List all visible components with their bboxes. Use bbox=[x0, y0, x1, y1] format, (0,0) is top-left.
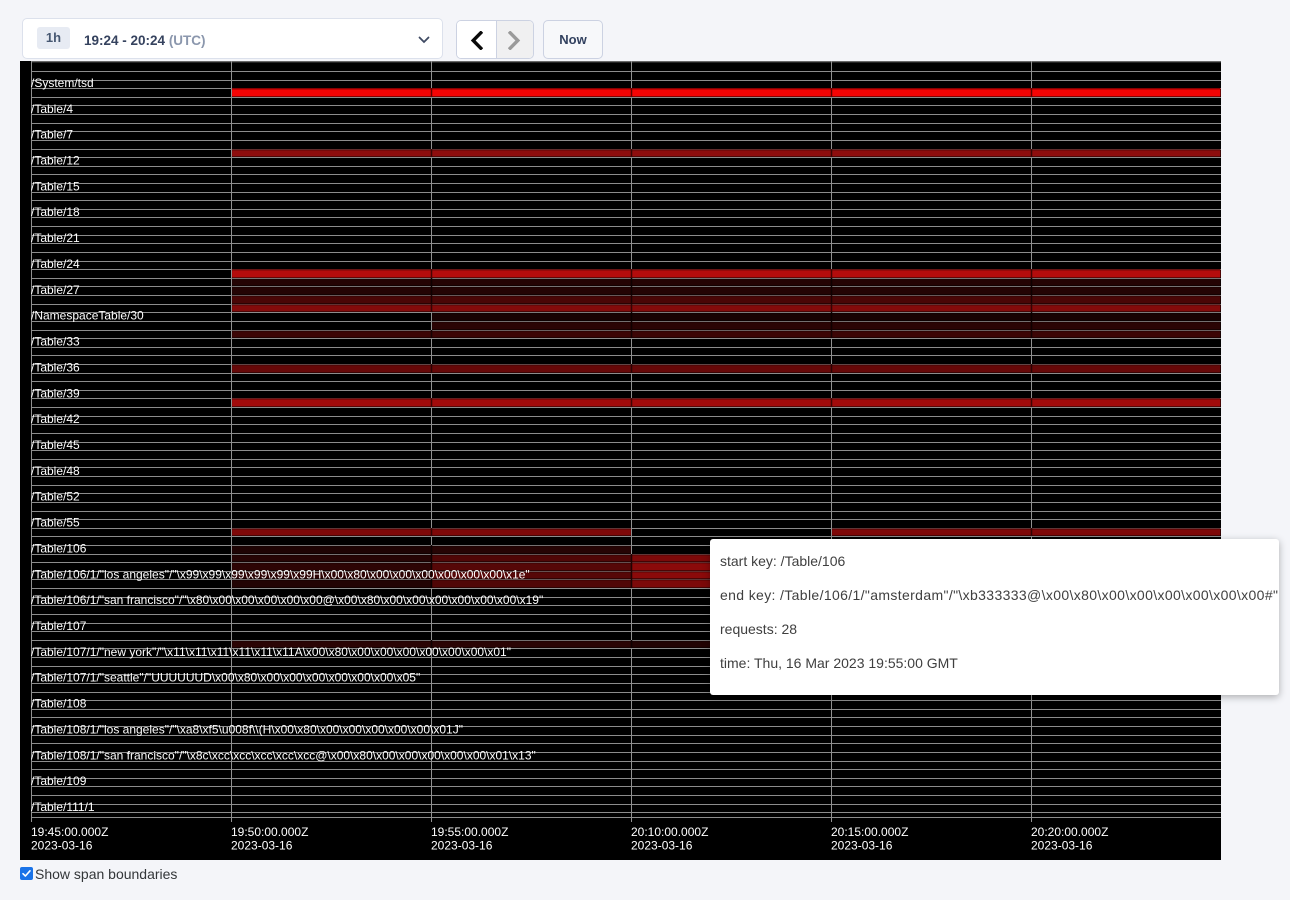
svg-text:/Table/33: /Table/33 bbox=[31, 335, 80, 349]
svg-text:/Table/108: /Table/108 bbox=[31, 697, 87, 711]
svg-text:20:10:00.000Z: 20:10:00.000Z bbox=[631, 825, 708, 839]
svg-text:20:15:00.000Z: 20:15:00.000Z bbox=[831, 825, 908, 839]
svg-text:/Table/4: /Table/4 bbox=[31, 102, 73, 116]
svg-text:19:55:00.000Z: 19:55:00.000Z bbox=[431, 825, 508, 839]
svg-text:/Table/107/1/"new york"/"\x11\: /Table/107/1/"new york"/"\x11\x11\x11\x1… bbox=[31, 645, 511, 659]
svg-text:2023-03-16: 2023-03-16 bbox=[831, 839, 893, 853]
svg-text:/Table/107/1/"seattle"/"UUUUUU: /Table/107/1/"seattle"/"UUUUUUD\x00\x80\… bbox=[31, 671, 420, 685]
svg-text:/Table/21: /Table/21 bbox=[31, 231, 80, 245]
svg-text:20:20:00.000Z: 20:20:00.000Z bbox=[1031, 825, 1108, 839]
svg-text:/Table/106/1/"los angeles"/"\x: /Table/106/1/"los angeles"/"\x99\x99\x99… bbox=[31, 567, 530, 581]
svg-text:/Table/18: /Table/18 bbox=[31, 205, 80, 219]
svg-text:2023-03-16: 2023-03-16 bbox=[31, 839, 93, 853]
svg-text:/Table/48: /Table/48 bbox=[31, 464, 80, 478]
svg-text:/Table/108/1/"los angeles"/"\x: /Table/108/1/"los angeles"/"\xa8\xf5\u00… bbox=[31, 722, 463, 736]
svg-text:2023-03-16: 2023-03-16 bbox=[1031, 839, 1093, 853]
svg-text:/NamespaceTable/30: /NamespaceTable/30 bbox=[31, 309, 144, 323]
svg-text:/Table/15: /Table/15 bbox=[31, 179, 80, 193]
svg-text:/Table/42: /Table/42 bbox=[31, 412, 80, 426]
svg-text:/Table/108/1/"san francisco"/": /Table/108/1/"san francisco"/"\x8c\xcc\x… bbox=[31, 748, 536, 762]
svg-text:/Table/24: /Table/24 bbox=[31, 257, 80, 271]
svg-text:/Table/111/1: /Table/111/1 bbox=[31, 800, 95, 814]
svg-text:/Table/52: /Table/52 bbox=[31, 490, 80, 504]
svg-text:2023-03-16: 2023-03-16 bbox=[431, 839, 493, 853]
svg-text:/Table/45: /Table/45 bbox=[31, 438, 80, 452]
svg-text:2023-03-16: 2023-03-16 bbox=[231, 839, 293, 853]
svg-text:19:45:00.000Z: 19:45:00.000Z bbox=[31, 825, 108, 839]
svg-text:/Table/55: /Table/55 bbox=[31, 516, 80, 530]
svg-text:/Table/107: /Table/107 bbox=[31, 619, 87, 633]
svg-text:/Table/12: /Table/12 bbox=[31, 154, 80, 168]
svg-text:/System/tsd: /System/tsd bbox=[31, 76, 94, 90]
svg-text:19:50:00.000Z: 19:50:00.000Z bbox=[231, 825, 308, 839]
svg-text:/Table/106: /Table/106 bbox=[31, 541, 87, 555]
svg-text:/Table/109: /Table/109 bbox=[31, 774, 87, 788]
svg-text:/Table/106/1/"san francisco"/": /Table/106/1/"san francisco"/"\x80\x00\x… bbox=[31, 593, 543, 607]
svg-text:/Table/39: /Table/39 bbox=[31, 386, 80, 400]
svg-text:/Table/27: /Table/27 bbox=[31, 283, 80, 297]
svg-text:2023-03-16: 2023-03-16 bbox=[631, 839, 693, 853]
svg-text:/Table/7: /Table/7 bbox=[31, 128, 73, 142]
svg-text:/Table/36: /Table/36 bbox=[31, 360, 80, 374]
